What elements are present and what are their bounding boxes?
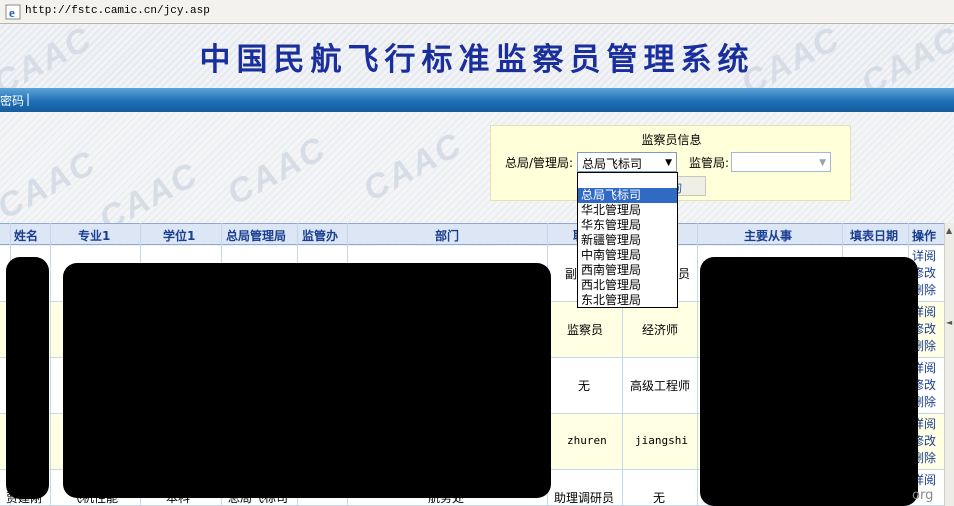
cell-duty: 副 [565, 267, 578, 281]
redaction-block [6, 257, 49, 499]
url-text[interactable]: http://fstc.camic.cn/jcy.asp [25, 5, 210, 17]
header-office: 监管办 [302, 229, 339, 243]
bureau-option[interactable]: 中南管理局 [578, 248, 677, 263]
bureau-option[interactable]: 新疆管理局 [578, 233, 677, 248]
query-button[interactable]: 询 [670, 176, 706, 196]
cell-duty: 无 [578, 379, 591, 393]
nav-bar: 密码 | [0, 88, 954, 112]
scroll-thumb-icon[interactable]: ◄ [946, 318, 952, 327]
nav-item-password[interactable]: 密码 [0, 92, 24, 109]
header-name: 姓名 [14, 229, 39, 243]
bureau-selected-value: 总局飞标司 [582, 157, 643, 171]
header-ops: 操作 [912, 229, 937, 243]
cell-title: 高级工程师 [630, 379, 691, 393]
nav-separator: | [26, 92, 31, 106]
bureau-label: 总局/管理局: [505, 156, 574, 170]
cell-duty: 监察员 [567, 323, 604, 337]
address-bar[interactable]: e http://fstc.camic.cn/jcy.asp [0, 0, 954, 24]
panel-title: 监察员信息 [641, 133, 702, 147]
cell-title: 经济师 [642, 323, 679, 337]
bureau-dropdown-list[interactable]: 总局飞标司 华北管理局 华东管理局 新疆管理局 中南管理局 西南管理局 西北管理… [577, 172, 678, 308]
watermark: CAAC [357, 125, 469, 209]
cell-title: 无 [653, 491, 666, 505]
bureau-option[interactable]: 总局飞标司 [578, 188, 677, 203]
chevron-down-icon[interactable]: ▼ [819, 158, 826, 168]
header-degree: 学位1 [163, 229, 196, 243]
header-major: 专业1 [78, 229, 111, 243]
table-header: 姓名 专业1 学位1 总局管理局 监管办 部门 职 主要从事 填表日期 操作 [0, 223, 944, 245]
bureau-option[interactable]: 西南管理局 [578, 263, 677, 278]
bureau-option[interactable]: 东北管理局 [578, 293, 677, 308]
office-select[interactable]: ▼ [731, 152, 831, 172]
ie-browser-icon: e [5, 4, 21, 20]
cell-title: 员 [678, 267, 691, 281]
system-title: 中国民航飞行标准监察员管理系统 [199, 42, 755, 78]
chevron-down-icon[interactable]: ▼ [665, 158, 672, 168]
header-main-work: 主要从事 [744, 229, 793, 243]
column-divider [697, 223, 698, 506]
bureau-option[interactable]: 西北管理局 [578, 278, 677, 293]
cell-duty: zhuren [567, 434, 607, 447]
header-bureau: 总局管理局 [226, 229, 287, 243]
header-banner: CAAC CAAC CAAC 中国民航飞行标准监察员管理系统 [0, 24, 954, 88]
office-label: 监管局: [689, 156, 730, 170]
scroll-up-icon[interactable]: ▲ [946, 226, 952, 235]
redaction-block [700, 257, 918, 506]
header-dept: 部门 [435, 229, 460, 243]
svg-text:e: e [9, 5, 15, 20]
corner-text: org [912, 488, 934, 503]
watermark: CAAC [0, 143, 103, 227]
cell-duty: 助理调研员 [554, 491, 615, 505]
column-divider [50, 223, 51, 506]
vertical-scrollbar[interactable]: ▲ ◄ [944, 223, 954, 506]
bureau-select[interactable]: 总局飞标司 ▼ [577, 152, 677, 172]
bureau-option[interactable]: 华东管理局 [578, 218, 677, 233]
redaction-block [63, 263, 551, 498]
cell-title: jiangshi [635, 434, 688, 447]
bureau-option[interactable]: 华北管理局 [578, 203, 677, 218]
header-date: 填表日期 [850, 229, 899, 243]
watermark: CAAC [221, 129, 333, 213]
